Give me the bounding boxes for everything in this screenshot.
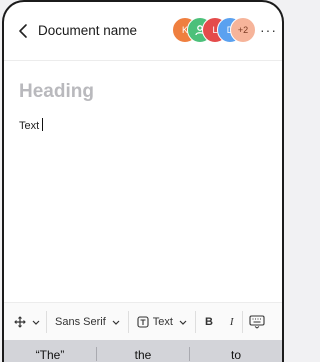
text-style-select[interactable]: Text (129, 303, 195, 341)
avatar-overflow-count[interactable]: +2 (230, 17, 256, 43)
body-text: Text (19, 120, 40, 132)
chevron-left-icon (19, 24, 27, 38)
app-header: Document name K L D +2 ··· (4, 2, 282, 61)
text-caret (42, 118, 44, 131)
font-family-label: Sans Serif (55, 316, 106, 328)
keyboard-toggle-button[interactable] (243, 303, 271, 341)
suggestion-1[interactable]: “The” (4, 348, 96, 362)
keyboard-icon (249, 315, 265, 329)
suggestion-3[interactable]: to (190, 348, 282, 362)
more-horizontal-icon: ··· (260, 22, 277, 38)
editor-body[interactable]: Text (19, 118, 44, 132)
font-family-select[interactable]: Sans Serif (47, 303, 128, 341)
italic-button[interactable]: I (222, 303, 242, 341)
text-style-label: Text (152, 316, 173, 328)
bold-label: B (204, 316, 213, 328)
formatting-toolbar: Sans Serif Text B I (4, 302, 282, 341)
document-title[interactable]: Document name (38, 23, 137, 38)
collaborator-avatars[interactable]: K L D +2 (172, 17, 262, 43)
suggestion-2[interactable]: the (97, 348, 189, 362)
chevron-down-icon (179, 320, 187, 325)
move-icon (14, 316, 26, 328)
keyboard-suggestion-bar: “The” the to (4, 340, 282, 362)
back-button[interactable] (16, 22, 32, 40)
italic-label: I (229, 316, 234, 328)
heading-placeholder[interactable]: Heading (19, 81, 94, 103)
more-options-button[interactable]: ··· (260, 22, 277, 38)
insert-block-button[interactable] (4, 303, 46, 341)
chevron-down-icon (32, 320, 40, 325)
overflow-count: +2 (237, 25, 249, 35)
phone-frame: Document name K L D +2 ··· Heading Text (2, 0, 284, 362)
bold-button[interactable]: B (196, 303, 222, 341)
chevron-down-icon (112, 320, 120, 325)
text-style-icon (137, 316, 149, 328)
